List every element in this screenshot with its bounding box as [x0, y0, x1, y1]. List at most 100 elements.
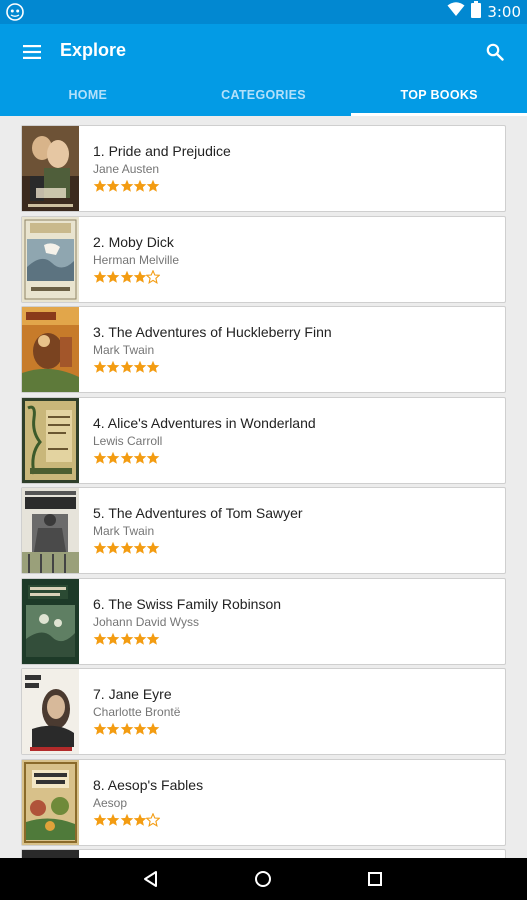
- rating-stars: [93, 268, 179, 284]
- tab-home[interactable]: HOME: [0, 80, 176, 116]
- star-filled-icon: [120, 179, 133, 193]
- app-notification-icon: [6, 3, 24, 21]
- status-time: 3:00: [487, 3, 521, 21]
- star-filled-icon: [146, 179, 160, 193]
- battery-icon: [471, 1, 482, 23]
- star-filled-icon: [106, 360, 120, 374]
- star-filled-icon: [106, 541, 120, 555]
- star-filled-icon: [146, 722, 160, 736]
- book-cover-image: [22, 307, 79, 392]
- star-filled-icon: [120, 541, 133, 555]
- book-card[interactable]: 5. The Adventures of Tom Sawyer Mark Twa…: [21, 487, 506, 574]
- rating-stars: [93, 722, 180, 736]
- book-title: 5. The Adventures of Tom Sawyer: [93, 505, 303, 521]
- book-author: Lewis Carroll: [93, 433, 163, 448]
- book-card[interactable]: 8. Aesop's Fables Aesop: [21, 758, 506, 846]
- star-filled-icon: [93, 722, 107, 736]
- star-filled-icon: [146, 451, 160, 465]
- system-nav-bar: [0, 858, 527, 900]
- back-icon[interactable]: [140, 868, 162, 890]
- star-filled-icon: [133, 360, 147, 374]
- star-filled-icon: [93, 632, 107, 646]
- book-title: 6. The Swiss Family Robinson: [93, 595, 282, 612]
- star-filled-icon: [133, 179, 147, 193]
- star-filled-icon: [146, 360, 160, 374]
- book-author: Mark Twain: [93, 524, 155, 538]
- book-author: Herman Melville: [93, 252, 180, 267]
- star-filled-icon: [133, 813, 147, 827]
- star-filled-icon: [120, 632, 133, 646]
- book-card[interactable]: 6. The Swiss Family Robinson Johann Davi…: [21, 577, 506, 665]
- star-filled-icon: [106, 722, 120, 736]
- star-filled-icon: [93, 179, 107, 193]
- star-filled-icon: [93, 270, 107, 284]
- star-filled-icon: [120, 722, 133, 736]
- star-filled-icon: [120, 270, 133, 284]
- star-empty-icon: [145, 268, 161, 284]
- book-author: Jane Austen: [93, 162, 160, 176]
- tab-bar: HOME CATEGORIES TOP BOOKS: [0, 80, 527, 116]
- star-filled-icon: [93, 541, 107, 555]
- tab-categories[interactable]: CATEGORIES: [176, 80, 352, 116]
- book-card[interactable]: 1. Pride and Prejudice Jane Austen: [21, 125, 506, 212]
- star-filled-icon: [120, 451, 133, 465]
- book-title: 7. Jane Eyre: [93, 686, 172, 702]
- book-card[interactable]: 3. The Adventures of Huckleberry Finn Ma…: [21, 306, 506, 393]
- hamburger-menu-icon[interactable]: [18, 38, 46, 66]
- home-icon[interactable]: [252, 868, 274, 890]
- star-empty-icon: [145, 811, 161, 827]
- rating-stars: [93, 179, 231, 193]
- book-author: Aesop: [93, 795, 128, 810]
- status-bar: 3:00: [0, 0, 527, 24]
- tab-top-books[interactable]: TOP BOOKS: [351, 80, 527, 116]
- book-title: 1. Pride and Prejudice: [93, 143, 231, 159]
- book-card[interactable]: 4. Alice's Adventures in Wonderland Lewi…: [21, 396, 506, 484]
- book-card-partial[interactable]: [21, 849, 506, 858]
- star-filled-icon: [106, 179, 120, 193]
- star-filled-icon: [146, 632, 160, 646]
- book-card[interactable]: 7. Jane Eyre Charlotte Brontë: [21, 668, 506, 755]
- star-filled-icon: [133, 270, 147, 284]
- star-filled-icon: [133, 541, 147, 555]
- book-cover-image: [22, 850, 79, 858]
- book-card[interactable]: 2. Moby Dick Herman Melville: [21, 215, 506, 303]
- rating-stars: [93, 451, 316, 465]
- rating-stars: [93, 632, 281, 646]
- rating-stars: [93, 811, 203, 827]
- star-filled-icon: [106, 632, 120, 646]
- star-filled-icon: [146, 541, 160, 555]
- book-author: Mark Twain: [93, 343, 155, 357]
- book-title: 2. Moby Dick: [93, 233, 174, 250]
- book-title: 3. The Adventures of Huckleberry Finn: [93, 324, 332, 340]
- book-author: Johann David Wyss: [93, 614, 199, 629]
- book-title: 4. Alice's Adventures in Wonderland: [93, 414, 316, 431]
- search-icon[interactable]: [481, 38, 509, 66]
- book-author: Charlotte Brontë: [93, 705, 181, 719]
- app-bar: Explore HOME CATEGORIES TOP BOOKS: [0, 24, 527, 116]
- book-cover-image: [22, 669, 79, 754]
- star-filled-icon: [120, 813, 133, 827]
- star-filled-icon: [93, 360, 107, 374]
- rating-stars: [93, 360, 332, 374]
- book-title: 8. Aesop's Fables: [93, 776, 204, 793]
- book-list[interactable]: 1. Pride and Prejudice Jane Austen 2. Mo…: [0, 116, 527, 858]
- book-cover-image: [22, 578, 79, 664]
- star-filled-icon: [133, 722, 147, 736]
- star-filled-icon: [133, 451, 147, 465]
- book-cover-image: [22, 397, 79, 483]
- star-filled-icon: [120, 360, 133, 374]
- star-filled-icon: [93, 813, 107, 827]
- book-cover-image: [22, 488, 79, 573]
- book-cover-image: [22, 126, 79, 211]
- star-filled-icon: [93, 451, 107, 465]
- star-filled-icon: [133, 632, 147, 646]
- book-cover-image: [22, 216, 79, 302]
- page-title: Explore: [60, 40, 127, 60]
- star-filled-icon: [106, 813, 120, 827]
- book-cover-image: [22, 759, 79, 845]
- recents-icon[interactable]: [364, 868, 386, 890]
- rating-stars: [93, 541, 303, 555]
- wifi-icon: [447, 2, 465, 22]
- star-filled-icon: [106, 270, 120, 284]
- star-filled-icon: [106, 451, 120, 465]
